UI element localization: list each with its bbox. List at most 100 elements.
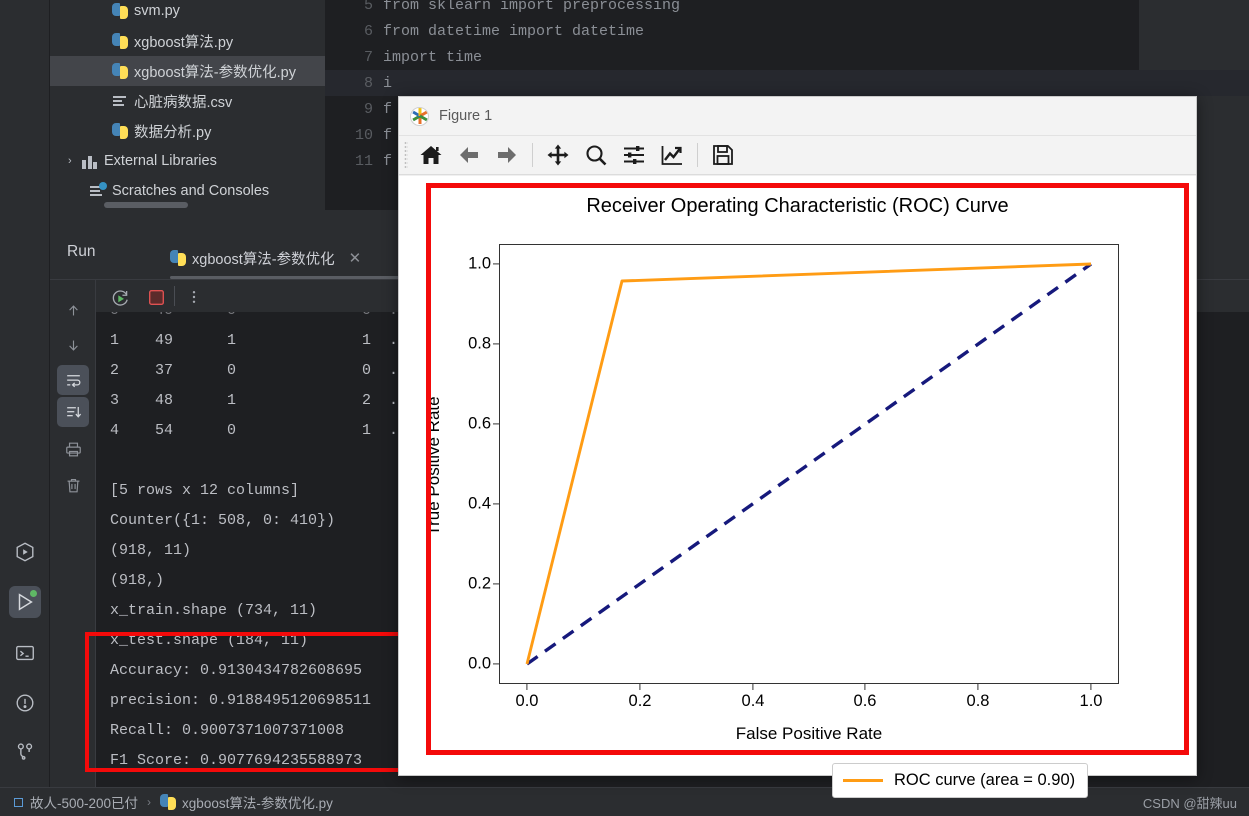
screen-root: svm.py xgboost算法.py xgboost算法-参数优化.py 心脏… (0, 0, 1249, 816)
line-text: from datetime import datetime (383, 22, 645, 40)
x-axis-label: False Positive Rate (735, 724, 883, 743)
toolbar-divider (697, 143, 698, 167)
figure-window[interactable]: Figure 1 — (398, 96, 1197, 798)
home-icon[interactable] (412, 139, 450, 171)
y-axis-label: True Positive Rate (424, 396, 443, 536)
save-floppy-icon[interactable] (704, 139, 742, 171)
breadcrumb-file-label: xgboost算法-参数优化.py (182, 796, 333, 811)
watermark-text: CSDN @甜辣uu (1142, 795, 1237, 811)
tree-item-label: Scratches and Consoles (112, 183, 270, 199)
y-tick-label-0.6: 0.6 (468, 414, 491, 433)
line-text: from sklearn import preprocessing (383, 0, 681, 14)
tree-item-external-libraries[interactable]: › External Libraries (50, 146, 325, 176)
line-text: f (383, 126, 393, 144)
tree-item-3[interactable]: 心脏病数据.csv (50, 86, 325, 116)
version-control-icon[interactable] (9, 736, 41, 768)
configure-subplots-icon[interactable] (615, 139, 653, 171)
tree-item-label: xgboost算法.py (134, 34, 234, 51)
line-number: 9 (363, 100, 373, 118)
tree-item-2-selected[interactable]: xgboost算法-参数优化.py (50, 56, 325, 86)
breadcrumb-project[interactable]: 故人-500-200已付 (14, 792, 138, 812)
run-tab-label: xgboost算法-参数优化 (192, 251, 335, 268)
run-anything-icon[interactable] (9, 536, 41, 568)
tree-item-1[interactable]: xgboost算法.py (50, 26, 325, 56)
figure-toolbar[interactable] (399, 135, 1196, 175)
tree-item-4[interactable]: 数据分析.py (50, 116, 325, 146)
toolbar-divider (532, 143, 533, 167)
breadcrumb-project-label: 故人-500-200已付 (30, 796, 139, 811)
x-tick-mark (864, 684, 866, 690)
roc-curve-line (525, 262, 1092, 665)
python-file-icon (170, 250, 186, 266)
terminal-icon[interactable] (9, 637, 41, 669)
tree-item-label: 心脏病数据.csv (134, 94, 233, 111)
forward-arrow-icon[interactable] (488, 139, 526, 171)
pan-move-icon[interactable] (539, 139, 577, 171)
soft-wrap-icon[interactable] (57, 365, 89, 395)
python-file-icon (160, 794, 177, 810)
x-tick-mark (1090, 684, 1092, 690)
scroll-to-end-icon[interactable] (57, 397, 89, 427)
line-text: f (383, 100, 393, 118)
line-text: import time (383, 48, 483, 66)
plot-lines (525, 262, 1092, 666)
y-tick-label-1.0: 1.0 (468, 254, 491, 273)
run-tab[interactable]: xgboost算法-参数优化 ✕ (170, 238, 361, 278)
code-line-5: 5 from sklearn import preprocessing (325, 0, 1249, 18)
figure-titlebar[interactable]: Figure 1 — (399, 97, 1196, 135)
project-tree[interactable]: svm.py xgboost算法.py xgboost算法-参数优化.py 心脏… (50, 0, 325, 210)
console-line-6: Counter({1: 508, 0: 410}) (110, 511, 336, 529)
toolbar-divider (174, 286, 175, 306)
x-tick-mark (526, 684, 528, 690)
activity-rail (0, 0, 50, 787)
back-arrow-icon[interactable] (450, 139, 488, 171)
edit-axis-icon[interactable] (653, 139, 691, 171)
python-file-icon (112, 63, 128, 79)
console-line-2: 3 48 1 2 . (110, 391, 399, 409)
toolbar-grip[interactable] (404, 141, 408, 169)
scroll-down-icon[interactable] (57, 330, 89, 360)
y-tick-label-0.8: 0.8 (468, 334, 491, 353)
more-options-icon[interactable] (182, 285, 206, 309)
run-panel-title: Run (67, 243, 96, 260)
trash-icon[interactable] (57, 470, 89, 500)
line-number: 7 (363, 48, 373, 66)
x-tick-mark (639, 684, 641, 690)
console-line-9: x_train.shape (734, 11) (110, 601, 318, 619)
x-tick-label-0.0: 0.0 (515, 692, 539, 710)
line-number: 10 (354, 126, 373, 144)
scroll-up-icon[interactable] (57, 295, 89, 325)
tree-item-0[interactable]: svm.py (50, 0, 325, 26)
code-line-6: 6 from datetime import datetime (325, 18, 1249, 44)
tree-item-label: xgboost算法-参数优化.py (134, 64, 296, 81)
x-tick-label-0.8: 0.8 (966, 692, 990, 710)
print-icon[interactable] (57, 434, 89, 464)
breadcrumb-file[interactable]: xgboost算法-参数优化.py (160, 792, 333, 812)
chevron-right-icon[interactable]: › (68, 155, 82, 167)
problems-icon[interactable] (9, 687, 41, 719)
line-number: 5 (363, 0, 373, 14)
plot-canvas[interactable]: Receiver Operating Characteristic (ROC) … (399, 176, 1196, 798)
code-line-7: 7 import time (325, 44, 1249, 70)
console-line-accuracy: Accuracy: 0.9130434782608695 (110, 661, 363, 679)
figure-title: Figure 1 (439, 108, 493, 124)
console-line-recall: Recall: 0.9007371007371008 (110, 721, 345, 739)
run-button-rail[interactable] (9, 586, 41, 618)
console-line-1: 2 37 0 0 . (110, 361, 399, 379)
console-line-5: [5 rows x 12 columns] (110, 481, 300, 499)
tree-horizontal-scrollbar[interactable] (104, 202, 188, 208)
tree-item-scratches-and-consoles[interactable]: Scratches and Consoles (50, 176, 325, 206)
zoom-magnifier-icon[interactable] (577, 139, 615, 171)
y-tick-label-0.2: 0.2 (468, 574, 491, 593)
line-number: 8 (363, 74, 373, 92)
stop-button[interactable] (144, 285, 168, 309)
console-line-precision: precision: 0.9188495120698511 (110, 691, 372, 709)
close-icon[interactable]: ✕ (349, 249, 362, 267)
y-tick-label-0.0: 0.0 (468, 654, 491, 673)
legend-label-roc: ROC curve (area = 0.90) (894, 771, 1076, 789)
rerun-icon[interactable] (108, 285, 132, 309)
line-text: f (383, 152, 393, 170)
python-file-icon (112, 123, 128, 139)
chart-legend[interactable]: ROC curve (area = 0.90) (832, 763, 1089, 798)
code-line-8: 8 i (325, 70, 1249, 96)
